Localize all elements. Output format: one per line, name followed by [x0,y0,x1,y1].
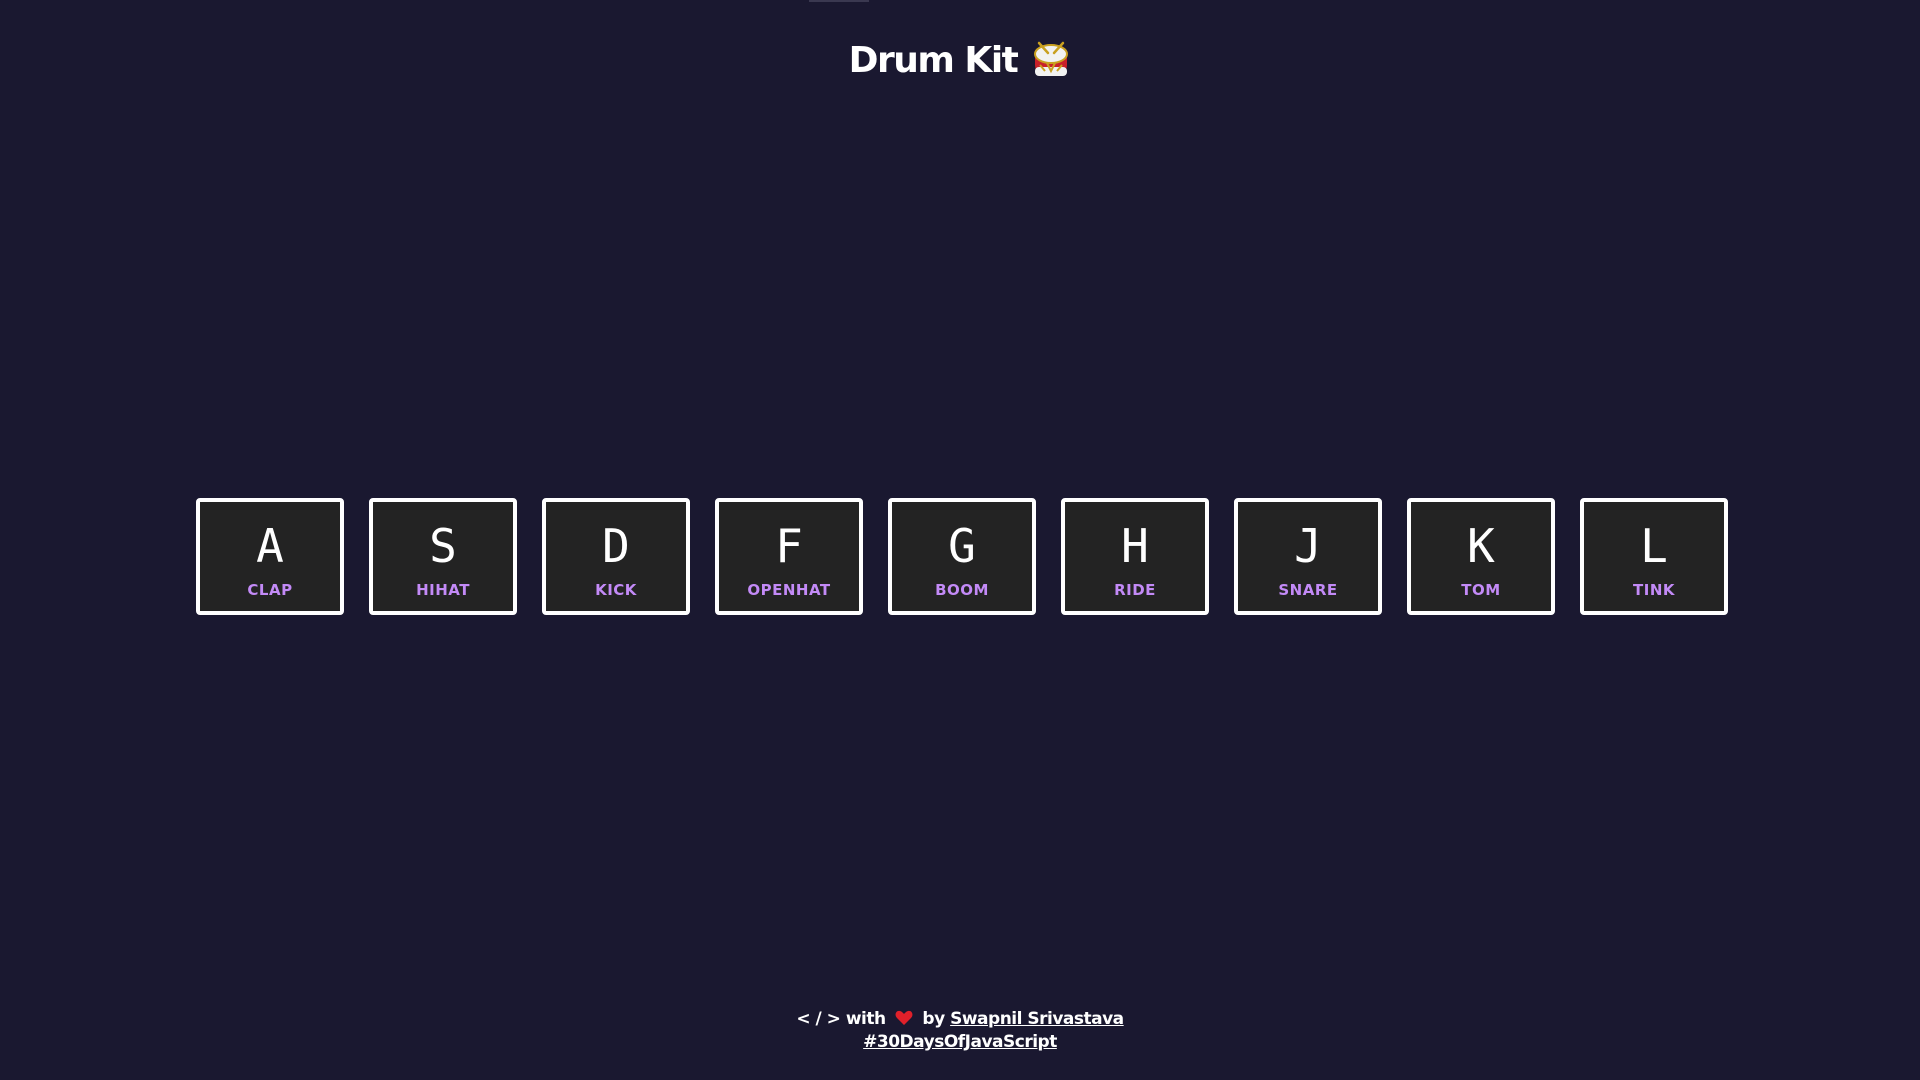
key-sound-label: HIHAT [416,580,470,599]
key-letter: G [948,518,976,573]
key-d[interactable]: D KICK [542,498,690,615]
key-letter: H [1121,518,1149,573]
by-text: by [922,1009,945,1029]
key-s[interactable]: S HIHAT [369,498,517,615]
key-h[interactable]: H RIDE [1061,498,1209,615]
drum-keys: A CLAP S HIHAT D KICK F OPENHAT G BOOM H… [196,498,1728,615]
key-f[interactable]: F OPENHAT [715,498,863,615]
hashtag-link[interactable]: #30DaysOfJavaScript [863,1032,1057,1052]
key-j[interactable]: J SNARE [1234,498,1382,615]
key-l[interactable]: L TINK [1580,498,1728,615]
author-link[interactable]: Swapnil Srivastava [950,1009,1124,1029]
footer-hashtag-line: #30DaysOfJavaScript [0,1031,1920,1054]
heart-icon [895,1010,913,1026]
key-sound-label: TINK [1633,580,1675,599]
key-letter: S [429,518,457,573]
key-letter: J [1294,518,1322,573]
key-sound-label: BOOM [935,580,989,599]
key-sound-label: RIDE [1114,580,1156,599]
key-letter: K [1467,518,1495,573]
key-sound-label: KICK [595,580,637,599]
key-g[interactable]: G BOOM [888,498,1036,615]
code-symbol: < / > [796,1009,841,1029]
top-divider [809,0,869,2]
footer: < / > with by Swapnil Srivastava #30Days… [0,1008,1920,1054]
key-sound-label: SNARE [1278,580,1338,599]
key-letter: L [1640,518,1668,573]
key-letter: F [775,518,803,573]
key-k[interactable]: K TOM [1407,498,1555,615]
key-sound-label: OPENHAT [747,580,831,599]
drum-icon [1031,41,1071,81]
key-sound-label: CLAP [247,580,293,599]
with-text: with [845,1009,886,1029]
header: Drum Kit [0,40,1920,81]
key-sound-label: TOM [1461,580,1501,599]
page-title: Drum Kit [848,40,1019,81]
key-letter: A [256,518,284,573]
key-letter: D [602,518,630,573]
key-a[interactable]: A CLAP [196,498,344,615]
footer-credit-line: < / > with by Swapnil Srivastava [0,1008,1920,1031]
